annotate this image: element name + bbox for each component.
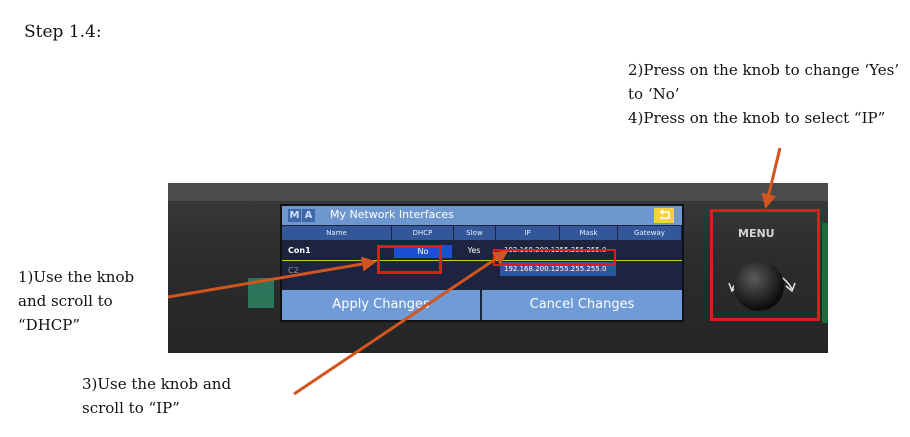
instruction-line: 1)Use the knob [18, 268, 135, 286]
apply-changes-button[interactable]: Apply Changes [282, 290, 480, 320]
menu-knob-highlight-box [710, 209, 820, 321]
step-title: Step 1.4: [24, 22, 102, 42]
device-screen: M A My Network Interfaces Name DHCP Slow… [280, 204, 684, 322]
ma-logo: M A [288, 209, 315, 222]
cancel-changes-button[interactable]: Cancel Changes [482, 290, 682, 320]
column-header-dhcp: DHCP [392, 226, 454, 240]
screen-titlebar: M A My Network Interfaces [282, 206, 682, 225]
instruction-line: 3)Use the knob and [82, 375, 232, 393]
column-header-name: Name [282, 226, 392, 240]
logo-letter: M [288, 209, 301, 222]
instruction-bottom: 3)Use the knob and scroll to “IP” [82, 372, 231, 420]
instruction-line: scroll to “IP” [82, 399, 180, 417]
instruction-right: 2)Press on the knob to change ‘Yes’ to ‘… [628, 58, 899, 130]
instruction-line: to ‘No’ [628, 85, 680, 103]
green-edge [822, 223, 828, 323]
screen-title: My Network Interfaces [330, 208, 454, 221]
column-header-ip: IP [496, 226, 560, 240]
instruction-line: “DHCP” [18, 316, 81, 334]
second-row-name: C2 [288, 266, 299, 275]
instruction-line: 2)Press on the knob to change ‘Yes’ [628, 61, 900, 79]
device-top-edge [168, 183, 828, 201]
slow-cell[interactable]: Yes [462, 246, 486, 255]
instruction-left: 1)Use the knob and scroll to “DHCP” [18, 265, 178, 337]
column-header-gateway: Gateway [618, 226, 682, 240]
column-header-slow: Slow [454, 226, 496, 240]
row-name: Con1 [288, 246, 311, 255]
ip-highlight-box [493, 249, 616, 266]
instruction-line: 4)Press on the knob to select “IP” [628, 109, 886, 127]
green-connector [248, 278, 274, 308]
back-arrow-icon[interactable] [654, 208, 674, 223]
column-header-mask: Mask [560, 226, 618, 240]
dhcp-highlight-box [377, 245, 442, 274]
instruction-line: and scroll to [18, 292, 113, 310]
logo-letter: A [302, 209, 315, 222]
